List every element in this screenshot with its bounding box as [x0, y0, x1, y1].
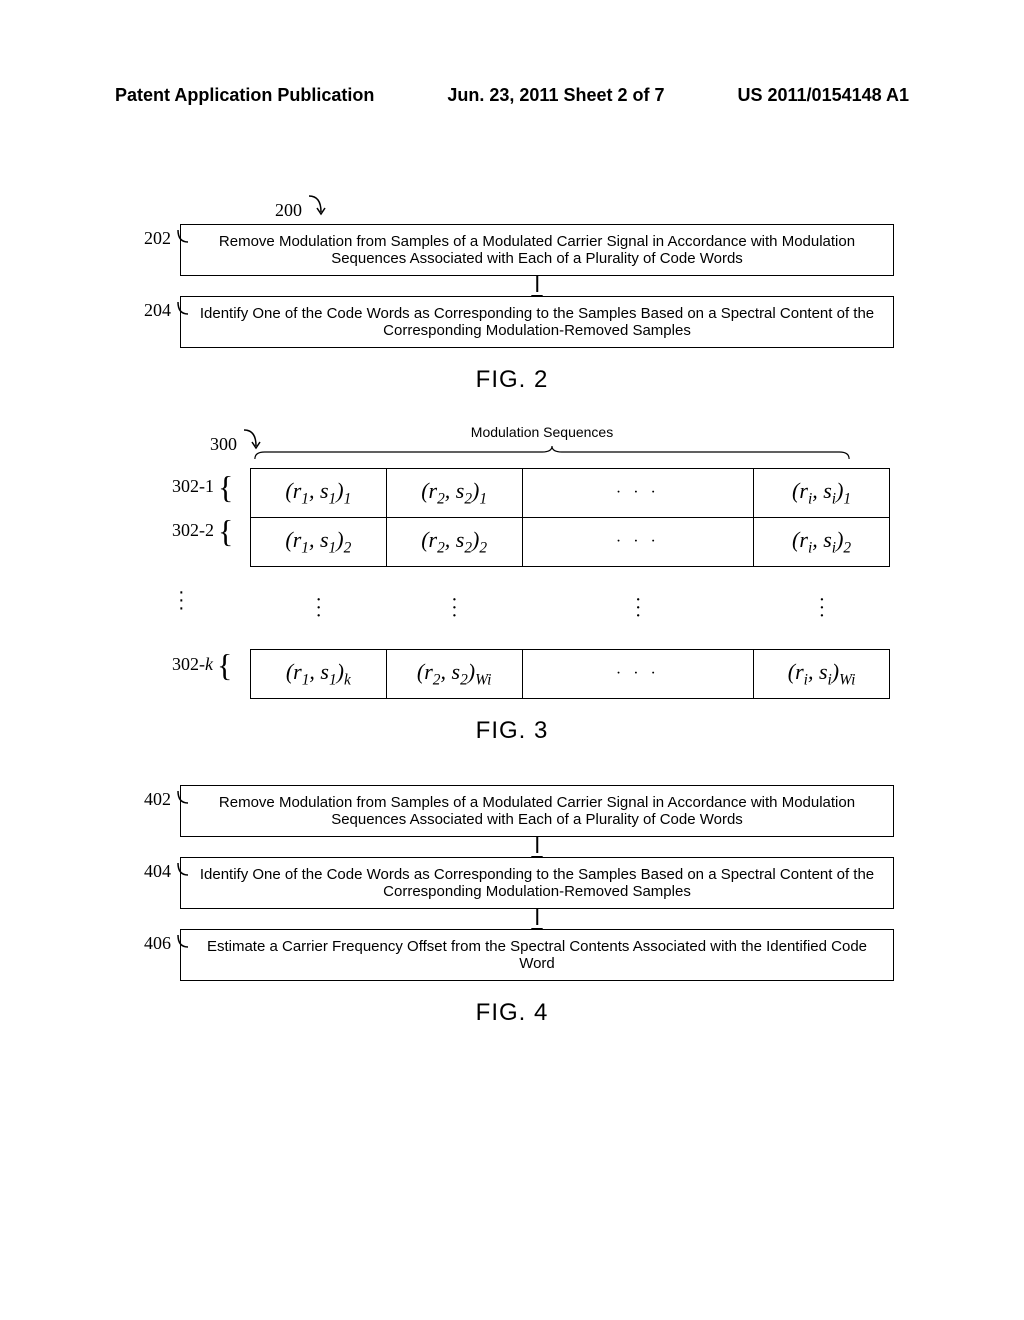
ref-404: 404 [144, 859, 190, 882]
ref-302-1: 302-1{ [172, 476, 233, 497]
header-center: Jun. 23, 2011 Sheet 2 of 7 [447, 85, 664, 106]
modulation-matrix: (r1, s1)1 (r2, s2)1 · · · (ri, si)1 (r1,… [250, 468, 890, 699]
ref-204: 204 [144, 298, 190, 321]
ref-302-2: 302-2{ [172, 520, 233, 541]
hook-icon [176, 861, 190, 879]
flowchart-box-404: Identify One of the Code Words as Corres… [180, 857, 894, 909]
hook-icon [176, 789, 190, 807]
row-vdots: ··· [178, 588, 185, 612]
header-right: US 2011/0154148 A1 [738, 85, 909, 106]
flowchart-connector [180, 837, 894, 857]
flowchart-connector [180, 909, 894, 929]
figure-3: 300 Modulation Sequences 302-1{ 302- [130, 424, 894, 699]
flowchart-box-204: Identify One of the Code Words as Corres… [180, 296, 894, 348]
modulation-sequences-label: Modulation Sequences [190, 424, 894, 440]
ref-200: 200 [275, 190, 333, 221]
hook-icon [176, 933, 190, 951]
hook-icon [176, 300, 190, 318]
flowchart-box-406: Estimate a Carrier Frequency Offset from… [180, 929, 894, 981]
fig4-label: FIG. 4 [130, 999, 894, 1027]
fig2-label: FIG. 2 [130, 366, 894, 394]
hook-arrow-icon [307, 194, 333, 220]
header-left: Patent Application Publication [115, 85, 374, 106]
fig3-label: FIG. 3 [130, 717, 894, 745]
flowchart-box-402: Remove Modulation from Samples of a Modu… [180, 785, 894, 837]
figure-2: 200 202 Remove Modulation from Samples o… [180, 190, 894, 348]
ref-202: 202 [144, 226, 190, 249]
ref-302-k: 302-k{ [172, 654, 232, 675]
figure-4: 402 Remove Modulation from Samples of a … [180, 785, 894, 981]
top-brace [250, 444, 854, 462]
hook-icon [176, 228, 190, 246]
ref-406: 406 [144, 931, 190, 954]
flowchart-box-202: Remove Modulation from Samples of a Modu… [180, 224, 894, 276]
ref-402: 402 [144, 787, 190, 810]
flowchart-connector [180, 276, 894, 296]
